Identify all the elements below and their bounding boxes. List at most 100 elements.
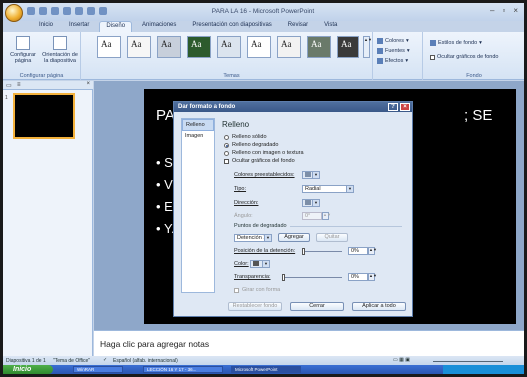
start-button[interactable]: Inicio xyxy=(3,365,53,374)
background-styles-button[interactable]: Estilos de fondo ▾ xyxy=(430,40,482,46)
paint-bucket-icon xyxy=(253,261,259,266)
stop-position-label: Posición de la detención: xyxy=(234,248,296,254)
save-icon[interactable] xyxy=(27,7,35,15)
new-icon[interactable] xyxy=(63,7,71,15)
view-buttons[interactable]: ▭ ▦ ▣ xyxy=(393,357,410,363)
taskbar-item[interactable]: Microsoft PowerPoint xyxy=(231,366,301,373)
theme-thumbnail[interactable]: Aa xyxy=(157,36,181,58)
minimize-icon[interactable]: – xyxy=(490,6,494,15)
help-icon[interactable]: ? xyxy=(388,103,398,111)
remove-stop-button[interactable]: Quitar xyxy=(316,233,348,242)
angle-spinner[interactable]: ▲▼ xyxy=(322,212,331,220)
preset-colors-dropdown[interactable]: ▼ xyxy=(302,171,320,179)
hide-graphics-checkbox[interactable]: Ocultar gráficos de fondo xyxy=(430,54,498,60)
type-dropdown[interactable]: Radial ▼ xyxy=(302,185,354,193)
open-icon[interactable] xyxy=(75,7,83,15)
spelling-status-icon[interactable]: ✓ xyxy=(103,357,107,363)
dialog-title-bar: Dar formato a fondo ? × xyxy=(174,102,412,112)
theme-thumbnail[interactable]: Aa xyxy=(127,36,151,58)
fonts-button[interactable]: Fuentes ▾ xyxy=(377,48,410,54)
theme-thumbnail[interactable]: Aa xyxy=(217,36,241,58)
theme-name: "Tema de Office" xyxy=(53,358,91,364)
slide-bullet[interactable]: • Y. xyxy=(156,221,175,236)
slider-thumb[interactable] xyxy=(302,248,305,255)
slide-thumbnail[interactable] xyxy=(13,93,75,139)
slider-track xyxy=(282,277,342,278)
outline-tab-icon[interactable]: ≡ xyxy=(17,82,21,88)
language-status[interactable]: Español (alfab. internacional) xyxy=(113,358,178,364)
office-button[interactable] xyxy=(5,4,23,22)
radio-solid-fill[interactable]: Relleno sólido xyxy=(224,134,267,140)
page-setup-button[interactable]: Configurar página xyxy=(5,36,41,64)
pane-tabs[interactable]: ▭ ≡ × xyxy=(3,81,93,90)
system-tray xyxy=(443,365,524,374)
theme-thumbnail[interactable]: Aa xyxy=(277,36,301,58)
hide-graphics-checkbox[interactable]: Ocultar gráficos del fondo xyxy=(224,158,295,164)
powerpoint-window: PARA LA 16 - Microsoft PowerPoint – ▫ × … xyxy=(3,3,524,374)
dialog-body: Relleno Relleno sólido Relleno degradado… xyxy=(220,116,406,296)
stops-section-label: Puntos de degradado xyxy=(234,223,287,229)
slides-tab-icon[interactable]: ▭ xyxy=(6,82,12,89)
orientation-button[interactable]: Orientación de la diapositiva xyxy=(41,36,79,64)
effects-button[interactable]: Efectos ▾ xyxy=(377,58,408,64)
quick-access-toolbar xyxy=(27,7,107,15)
stop-position-slider[interactable] xyxy=(302,248,342,255)
chevron-down-icon: ▼ xyxy=(312,172,319,178)
stop-position-spinner[interactable]: ▲▼ xyxy=(368,247,377,255)
stop-position-input[interactable]: 0% xyxy=(348,247,368,255)
theme-thumbnail[interactable]: Aa xyxy=(247,36,271,58)
slider-thumb[interactable] xyxy=(282,274,285,281)
background-group: Estilos de fondo ▾ Ocultar gráficos de f… xyxy=(424,32,524,80)
close-pane-icon[interactable]: × xyxy=(86,81,90,87)
zoom-slider[interactable] xyxy=(433,357,503,362)
maximize-icon[interactable]: ▫ xyxy=(502,6,505,15)
radio-gradient-fill[interactable]: Relleno degradado xyxy=(224,142,278,148)
radio-selected-icon xyxy=(224,142,229,148)
spelling-icon[interactable] xyxy=(99,7,107,15)
angle-input[interactable]: 0° xyxy=(302,212,322,220)
windows-taskbar: Inicio WinRAR LECCIÓN 16 Y 17 - 36... Mi… xyxy=(3,365,524,374)
checkbox-icon xyxy=(224,158,229,164)
theme-scroll[interactable]: ▲▼ xyxy=(363,36,372,58)
status-bar: Diapositiva 1 de 1 "Tema de Office" ✓ Es… xyxy=(3,356,524,365)
theme-thumbnail[interactable]: Aa xyxy=(337,36,359,58)
transparency-input[interactable]: 0% xyxy=(348,273,368,281)
reset-background-button[interactable]: Restablecer fondo xyxy=(228,302,282,311)
title-bar: PARA LA 16 - Microsoft PowerPoint – ▫ × xyxy=(3,3,524,22)
apply-to-all-button[interactable]: Aplicar a todo xyxy=(352,302,406,311)
theme-thumbnail[interactable]: Aa xyxy=(307,36,331,58)
nav-imagen[interactable]: Imagen xyxy=(182,131,214,141)
theme-thumbnail[interactable]: Aa xyxy=(187,36,211,58)
transparency-spinner[interactable]: ▲▼ xyxy=(368,273,377,281)
direction-dropdown[interactable]: ▼ xyxy=(302,199,320,207)
undo-icon[interactable] xyxy=(39,7,47,15)
slide-number: 1 xyxy=(5,95,8,101)
radio-picture-fill[interactable]: Relleno con imagen o textura xyxy=(224,150,304,156)
checkbox-icon xyxy=(234,287,239,293)
dialog-title: Dar formato a fondo xyxy=(178,104,236,110)
format-background-dialog: Dar formato a fondo ? × Relleno Imagen R… xyxy=(173,101,413,317)
color-picker[interactable]: ▼ xyxy=(250,260,270,268)
transparency-slider[interactable] xyxy=(282,274,342,281)
print-icon[interactable] xyxy=(87,7,95,15)
section-divider xyxy=(290,226,402,227)
close-icon[interactable]: × xyxy=(513,6,518,15)
chevron-down-icon: ▼ xyxy=(312,200,319,206)
rotate-with-shape-checkbox[interactable]: Girar con forma xyxy=(234,287,280,293)
radio-icon xyxy=(224,134,229,140)
taskbar-item[interactable]: WinRAR xyxy=(73,366,123,373)
stop-dropdown[interactable]: Detención 1 ▼ xyxy=(234,234,272,242)
taskbar-item[interactable]: LECCIÓN 16 Y 17 - 36... xyxy=(143,366,223,373)
notes-pane[interactable]: Haga clic para agregar notas xyxy=(94,330,524,356)
colors-icon xyxy=(377,38,383,44)
close-icon[interactable]: × xyxy=(400,103,410,111)
nav-relleno[interactable]: Relleno xyxy=(182,119,214,131)
slide-title-end: ; SE xyxy=(464,107,493,124)
close-button[interactable]: Cerrar xyxy=(290,302,344,311)
fonts-icon xyxy=(377,48,383,54)
theme-thumbnail[interactable]: Aa xyxy=(97,36,121,58)
colors-button[interactable]: Colores ▾ xyxy=(377,38,409,44)
redo-icon[interactable] xyxy=(51,7,59,15)
section-heading: Relleno xyxy=(222,120,250,129)
add-stop-button[interactable]: Agregar xyxy=(278,233,310,242)
